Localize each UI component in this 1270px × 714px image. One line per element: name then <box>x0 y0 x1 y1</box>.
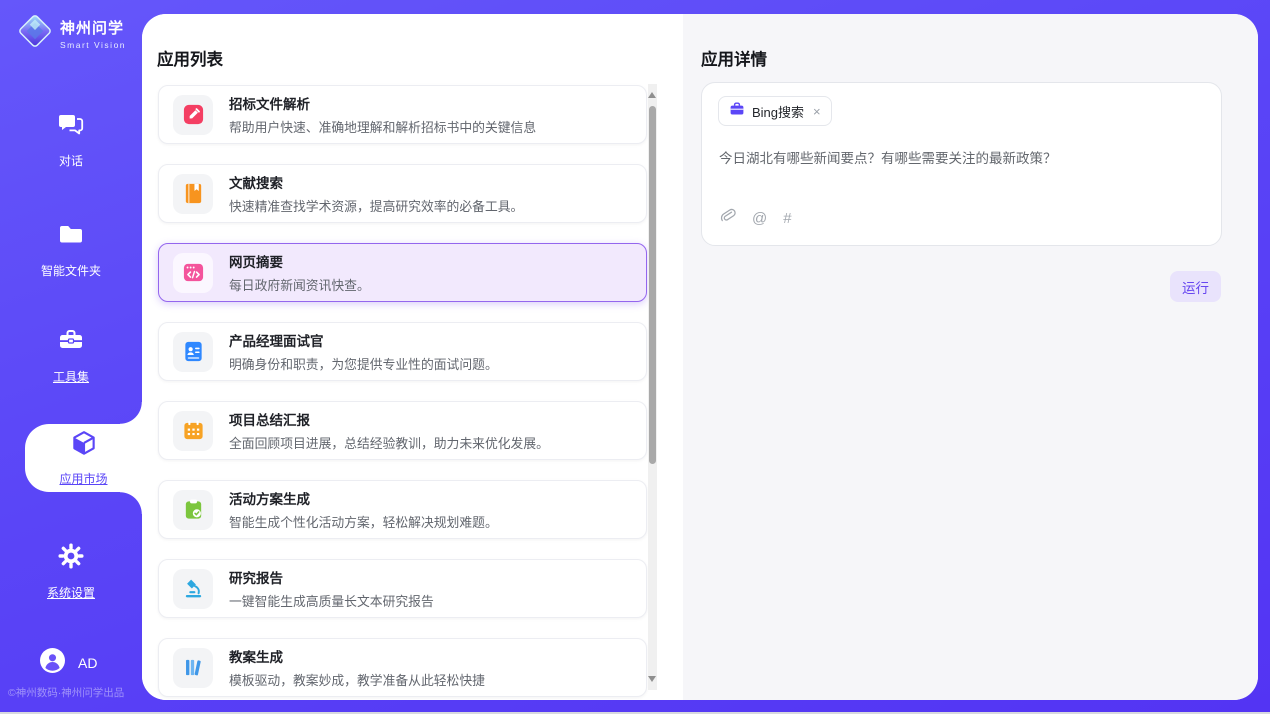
app-card-description: 快速精准查找学术资源，提高研究效率的必备工具。 <box>229 196 523 215</box>
attachment-icon[interactable] <box>719 207 736 229</box>
tool-tag-label: Bing搜索 <box>752 102 804 121</box>
app-card-literature-search[interactable]: 文献搜索 快速精准查找学术资源，提高研究效率的必备工具。 <box>158 164 647 223</box>
app-card-project-summary[interactable]: 项目总结汇报 全面回顾项目进展，总结经验教训，助力未来优化发展。 <box>158 401 647 460</box>
brand-name: 神州问学 <box>60 17 126 38</box>
books-icon <box>173 648 213 688</box>
sidebar-item-toolset[interactable]: 工具集 <box>0 326 142 385</box>
app-card-title: 文献搜索 <box>229 172 523 192</box>
sidebar-item-label: 应用市场 <box>59 470 107 487</box>
app-card-research-report[interactable]: 研究报告 一键智能生成高质量长文本研究报告 <box>158 559 647 618</box>
app-card-web-summary[interactable]: 网页摘要 每日政府新闻资讯快查。 <box>158 243 647 302</box>
calendar-icon <box>173 411 213 451</box>
user-initials: AD <box>78 655 97 671</box>
folder-icon <box>57 220 85 253</box>
browser-code-icon <box>173 253 213 293</box>
app-card-title: 活动方案生成 <box>229 488 498 508</box>
app-list-panel: 应用列表 招标文件解析 帮助用户快速、准确地理解和解析招标书中的关键信息 <box>142 14 683 700</box>
clipboard-check-icon <box>173 490 213 530</box>
app-card-title: 项目总结汇报 <box>229 409 549 429</box>
app-card-title: 教案生成 <box>229 646 485 666</box>
interviewer-icon <box>173 332 213 372</box>
app-card-description: 明确身份和职责，为您提供专业性的面试问题。 <box>229 354 498 373</box>
microscope-icon <box>173 569 213 609</box>
app-card-pm-interviewer[interactable]: 产品经理面试官 明确身份和职责，为您提供专业性的面试问题。 <box>158 322 647 381</box>
sidebar-item-settings[interactable]: 系统设置 <box>0 542 142 601</box>
scrollbar-thumb[interactable] <box>649 106 656 464</box>
close-icon[interactable]: × <box>813 104 821 119</box>
sidebar-item-label: 对话 <box>59 152 83 169</box>
gear-icon <box>57 542 85 575</box>
app-detail-title: 应用详情 <box>701 46 767 70</box>
app-card-title: 招标文件解析 <box>229 93 536 113</box>
app-card-bid-analysis[interactable]: 招标文件解析 帮助用户快速、准确地理解和解析招标书中的关键信息 <box>158 85 647 144</box>
chat-icon <box>57 110 85 143</box>
brand-tagline: Smart Vision <box>60 40 126 50</box>
tool-tag-bing-search[interactable]: Bing搜索 × <box>718 96 832 126</box>
list-scrollbar[interactable] <box>648 84 657 690</box>
sidebar-item-app-market[interactable]: 应用市场 <box>25 424 142 492</box>
sidebar-item-label: 智能文件夹 <box>41 262 101 279</box>
app-card-description: 全面回顾项目进展，总结经验教训，助力未来优化发展。 <box>229 433 549 452</box>
app-card-list: 招标文件解析 帮助用户快速、准确地理解和解析招标书中的关键信息 文献搜索 快速精… <box>158 85 648 700</box>
run-button[interactable]: 运行 <box>1170 271 1221 302</box>
briefcase-icon <box>729 101 745 122</box>
app-card-description: 帮助用户快速、准确地理解和解析招标书中的关键信息 <box>229 117 536 136</box>
query-text[interactable]: 今日湖北有哪些新闻要点？有哪些需要关注的最新政策？ <box>719 149 1204 169</box>
toolbox-icon <box>57 326 85 359</box>
diamond-logo-icon <box>16 12 54 55</box>
hash-icon[interactable]: # <box>783 210 791 227</box>
main-content: 应用列表 招标文件解析 帮助用户快速、准确地理解和解析招标书中的关键信息 <box>142 14 1258 700</box>
edit-document-icon <box>173 95 213 135</box>
sidebar-item-chat[interactable]: 对话 <box>0 110 142 169</box>
brand-logo: 神州问学 Smart Vision <box>16 12 126 55</box>
copyright-text: ©神州数码·神州问学出品 <box>8 685 124 700</box>
book-icon <box>173 174 213 214</box>
app-card-description: 模板驱动，教案妙成，教学准备从此轻松快捷 <box>229 670 485 689</box>
query-composer[interactable]: Bing搜索 × 今日湖北有哪些新闻要点？有哪些需要关注的最新政策？ @ # <box>701 82 1222 246</box>
app-card-event-plan[interactable]: 活动方案生成 智能生成个性化活动方案，轻松解决规划难题。 <box>158 480 647 539</box>
scrollbar-up-arrow-icon[interactable] <box>648 92 656 98</box>
sidebar-item-smart-folder[interactable]: 智能文件夹 <box>0 220 142 279</box>
app-card-description: 智能生成个性化活动方案，轻松解决规划难题。 <box>229 512 498 531</box>
scrollbar-down-arrow-icon[interactable] <box>648 676 656 682</box>
app-card-title: 网页摘要 <box>229 251 370 271</box>
sidebar-item-label: 工具集 <box>53 368 89 385</box>
sidebar: 神州问学 Smart Vision 对话 智能文件夹 <box>0 0 142 714</box>
app-card-title: 研究报告 <box>229 567 434 587</box>
app-card-title: 产品经理面试官 <box>229 330 498 350</box>
composer-action-bar: @ # <box>719 207 792 229</box>
cube-icon <box>69 429 99 464</box>
avatar <box>40 648 65 678</box>
app-detail-panel: 应用详情 Bing搜索 × 今日湖北有哪些新闻要点？有哪些需要关注的最新政策？ <box>683 14 1258 700</box>
sidebar-item-label: 系统设置 <box>47 584 95 601</box>
mention-icon[interactable]: @ <box>752 210 767 227</box>
app-card-description: 一键智能生成高质量长文本研究报告 <box>229 591 434 610</box>
app-list-title: 应用列表 <box>157 46 223 70</box>
app-card-description: 每日政府新闻资讯快查。 <box>229 275 370 294</box>
user-account[interactable]: AD <box>40 648 97 678</box>
app-card-lesson-plan[interactable]: 教案生成 模板驱动，教案妙成，教学准备从此轻松快捷 <box>158 638 647 697</box>
